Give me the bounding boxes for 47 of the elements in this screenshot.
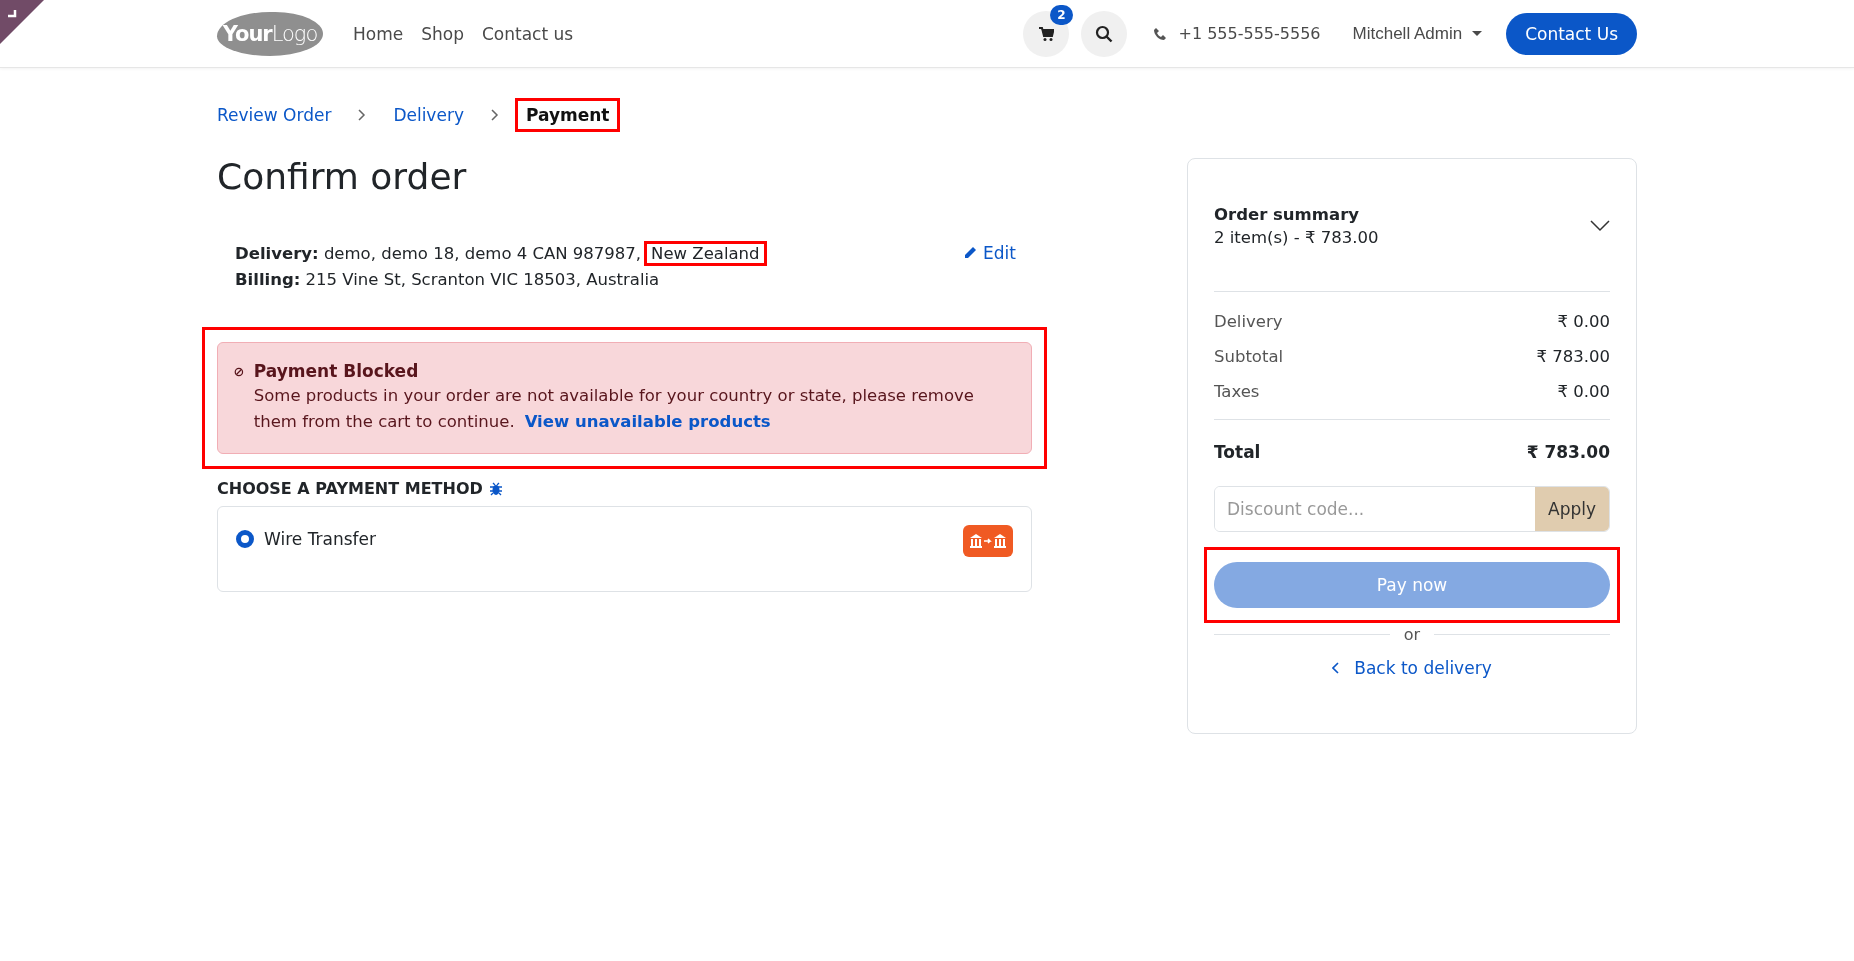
user-menu[interactable]: Mitchell Admin [1346, 22, 1489, 45]
cart-count-badge: 2 [1050, 4, 1073, 25]
address-text: Billing: 215 Vine St, Scranton VIC 18503, Australia [235, 270, 660, 289]
breadcrumb-link[interactable]: Payment [514, 98, 621, 132]
summary-amount: ₹ 0.00 [1557, 382, 1610, 401]
country-text: New Zealand [644, 241, 767, 266]
total-label: Total [1214, 442, 1261, 462]
search-icon [1094, 24, 1113, 43]
discount-field[interactable]: Discount code... Apply [1214, 486, 1610, 532]
or-text: or [1403, 625, 1421, 644]
summary-items: 2 item(s) - ₹ 783.00 [1214, 228, 1379, 247]
breadcrumb-link[interactable]: Delivery [382, 98, 475, 132]
nav-link[interactable]: Contact us [481, 23, 574, 44]
chevron-icon [358, 109, 367, 121]
summary-label: Subtotal [1214, 347, 1284, 366]
summary-label: Taxes [1214, 382, 1260, 401]
section-heading: CHOOSE A PAYMENT METHOD [217, 479, 483, 498]
summary-amount: ₹ 0.00 [1557, 312, 1610, 331]
breadcrumb-link[interactable]: Review Order [217, 98, 343, 132]
phone-number: +1 555-555-5556 [1178, 24, 1321, 43]
back-link[interactable]: Back to delivery [1214, 658, 1610, 678]
summary-label: Delivery [1214, 312, 1283, 331]
radio-button[interactable] [236, 530, 254, 548]
contact-us-button[interactable]: Contact Us [1506, 12, 1637, 55]
page-title: Confirm order [217, 156, 468, 197]
apply-button[interactable]: Apply [1535, 487, 1609, 531]
edit-link[interactable]: Edit [963, 241, 1016, 265]
chevron-down-icon[interactable] [1590, 220, 1610, 232]
phone-icon [1152, 26, 1167, 41]
caret-icon [1472, 31, 1483, 36]
bug-icon [488, 481, 503, 496]
alert-title: Payment Blocked [253, 361, 420, 381]
nav-link[interactable]: Home [353, 23, 404, 44]
alert-message: Some products in your order are not available for your country or state, please remove them from the cart to continue. View unavailable products [253, 385, 975, 433]
view-products-link[interactable]: View unavailable products [524, 412, 771, 431]
pencil-icon [963, 246, 978, 260]
total-amount: ₹ 783.00 [1526, 442, 1610, 462]
nav-link[interactable]: Shop [421, 23, 464, 44]
payment-method-label: Wire Transfer [264, 529, 376, 549]
cart-icon [1037, 25, 1054, 42]
chevron-icon [490, 109, 499, 121]
bank-icon [969, 533, 1007, 549]
corner-icon [0, 0, 44, 44]
summary-title: Order summary [1214, 205, 1361, 224]
chevron-left-icon [1332, 662, 1341, 674]
summary-amount: ₹ 783.00 [1536, 347, 1610, 366]
address-text: Delivery: demo, demo 18, demo 4 CAN 987987, [235, 244, 642, 263]
